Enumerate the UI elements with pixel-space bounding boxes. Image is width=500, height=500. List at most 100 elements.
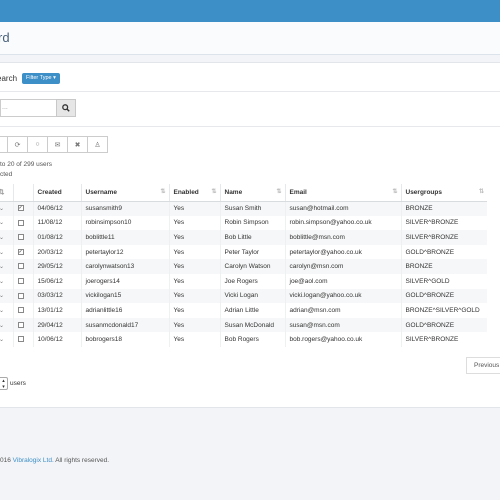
column-label: Name (224, 188, 243, 196)
chevron-down-icon[interactable]: ⌄ (0, 235, 4, 241)
page-size-suffix: users (10, 380, 26, 388)
column-header-sort[interactable]: ⇅ (0, 184, 13, 202)
username-cell: adrianlittle16 (80, 303, 169, 318)
page-title: rd (0, 30, 10, 45)
table-row[interactable]: ⌄ 03/03/12 vickilogan15 Yes Vicki Logan vicki… (0, 288, 487, 304)
results-count: to 20 of 299 users (0, 161, 53, 168)
usergroups-cell: GOLD^BRONZE (400, 317, 487, 333)
expand-cell[interactable]: ⌄ (0, 216, 13, 231)
column-header-enabled[interactable]: Enabled ⇅ (168, 184, 220, 202)
expand-cell[interactable]: ⌄ (0, 201, 13, 216)
filter-type-label: Filter Type (26, 75, 52, 81)
row-checkbox[interactable] (17, 278, 24, 285)
select-cell[interactable] (12, 332, 33, 347)
table-header-row: ⇅ Created Username ⇅ Enabled ⇅ Name ⇅ Email… (0, 184, 487, 202)
enabled-cell: Yes (168, 215, 220, 231)
search-input[interactable]: ... (0, 99, 56, 117)
previous-page-button[interactable]: Previous (466, 357, 500, 374)
user-button[interactable]: ♙ (87, 136, 108, 153)
row-checkbox[interactable] (17, 219, 24, 226)
expand-cell[interactable]: ⌄ (0, 274, 13, 289)
chevron-down-icon[interactable]: ⌄ (0, 323, 4, 329)
row-checkbox[interactable] (17, 307, 24, 314)
name-cell: Bob Rogers (219, 332, 285, 347)
table-row[interactable]: ⌄ ✓ 20/03/12 petertaylor12 Yes Peter Taylor pe… (0, 244, 487, 260)
table-row[interactable]: ⌄ ✓ 04/06/12 susansmith9 Yes Susan Smith susan… (0, 201, 487, 216)
created-cell: 20/03/12 (32, 244, 81, 260)
row-checkbox[interactable]: ✓ (17, 248, 24, 255)
column-header-username[interactable]: Username ⇅ (80, 184, 169, 202)
created-cell: 15/06/12 (32, 273, 81, 289)
chevron-down-icon[interactable]: ⌄ (0, 264, 4, 270)
expand-cell[interactable]: ⌄ (0, 245, 13, 260)
row-checkbox[interactable] (17, 321, 24, 328)
name-cell: Joe Rogers (219, 273, 285, 289)
enabled-cell: Yes (168, 273, 220, 289)
enabled-cell: Yes (168, 317, 220, 333)
table-row[interactable]: ⌄ 11/08/12 robinsimpson10 Yes Robin Simpson r… (0, 215, 487, 231)
table-row[interactable]: ⌄ 01/08/12 boblittle11 Yes Bob Little boblitt… (0, 230, 487, 245)
expand-cell[interactable]: ⌄ (0, 230, 13, 245)
row-checkbox[interactable]: ✓ (17, 205, 24, 212)
expand-cell[interactable]: ⌄ (0, 259, 13, 274)
expand-cell[interactable]: ⌄ (0, 332, 13, 347)
expand-cell[interactable]: ⌄ (0, 317, 13, 333)
chevron-down-icon[interactable]: ⌄ (0, 206, 4, 212)
select-cell[interactable] (12, 273, 33, 289)
search-button[interactable] (56, 99, 76, 117)
enabled-cell: Yes (168, 332, 220, 347)
chevron-down-icon[interactable]: ⌄ (0, 279, 4, 285)
chevron-down-icon[interactable]: ⌄ (0, 293, 4, 299)
email-button[interactable]: ✉ (47, 136, 68, 153)
table-row[interactable]: ⌄ 29/05/12 carolynwatson13 Yes Carolyn Watso… (0, 259, 487, 274)
name-cell: Susan Smith (219, 201, 285, 216)
select-cell[interactable]: ✓ (12, 244, 33, 260)
circle-icon: ○ (35, 141, 40, 148)
chevron-down-icon[interactable]: ⌄ (0, 220, 4, 226)
email-cell: adrian@msn.com (284, 303, 401, 318)
column-label: Created (37, 188, 62, 196)
username-cell: carolynwatson13 (80, 259, 169, 274)
refresh-button[interactable]: ⟳ (7, 136, 28, 153)
username-cell: vickilogan15 (80, 288, 169, 304)
column-header-email[interactable]: Email ⇅ (284, 184, 401, 202)
enabled-cell: Yes (168, 201, 220, 216)
chevron-down-icon[interactable]: ⌄ (0, 250, 4, 256)
footer-rights: All rights reserved. (55, 457, 110, 464)
search-icon (62, 104, 70, 112)
name-cell: Peter Taylor (219, 244, 285, 260)
row-checkbox[interactable] (17, 234, 24, 241)
chevron-updown-icon: ▴ ▾ (2, 378, 5, 390)
table-row[interactable]: ⌄ 29/04/12 susanmcdonald17 Yes Susan McDonal… (0, 317, 487, 333)
sort-icon: ⇅ (160, 189, 166, 195)
table-row[interactable]: ⌄ 13/01/12 adrianlittle16 Yes Adrian Little a… (0, 303, 487, 318)
row-checkbox[interactable] (17, 263, 24, 270)
enabled-cell: Yes (168, 230, 220, 245)
column-header-usergroups[interactable]: Usergroups ⇅ (400, 184, 487, 202)
usergroups-cell: GOLD^BRONZE (400, 244, 487, 260)
select-cell[interactable] (12, 317, 33, 333)
row-checkbox[interactable] (17, 292, 24, 299)
company-link[interactable]: Vibralogix Ltd. (13, 457, 54, 464)
filter-type-button[interactable]: Filter Type ▾ (22, 73, 60, 84)
row-checkbox[interactable] (17, 336, 24, 343)
select-cell[interactable]: ✓ (12, 201, 33, 216)
chevron-down-icon[interactable]: ⌄ (0, 308, 4, 314)
select-cell[interactable] (12, 288, 33, 304)
email-cell: carolyn@msn.com (284, 259, 401, 274)
page-size-select[interactable]: ▴ ▾ (0, 377, 8, 390)
column-header-created[interactable]: Created (32, 184, 81, 202)
column-header-name[interactable]: Name ⇅ (219, 184, 285, 202)
circle-button[interactable]: ○ (27, 136, 48, 153)
select-cell[interactable] (12, 230, 33, 245)
select-cell[interactable] (12, 215, 33, 231)
expand-cell[interactable]: ⌄ (0, 303, 13, 318)
delete-button[interactable]: ✖ (67, 136, 88, 153)
select-cell[interactable] (12, 259, 33, 274)
username-cell: susansmith9 (80, 201, 169, 216)
select-cell[interactable] (12, 303, 33, 318)
table-row[interactable]: ⌄ 15/06/12 joerogers14 Yes Joe Rogers joe@aol… (0, 273, 487, 289)
chevron-down-icon[interactable]: ⌄ (0, 337, 4, 343)
expand-cell[interactable]: ⌄ (0, 288, 13, 304)
table-row[interactable]: ⌄ 10/06/12 bobrogers18 Yes Bob Rogers bob.rog… (0, 332, 487, 347)
